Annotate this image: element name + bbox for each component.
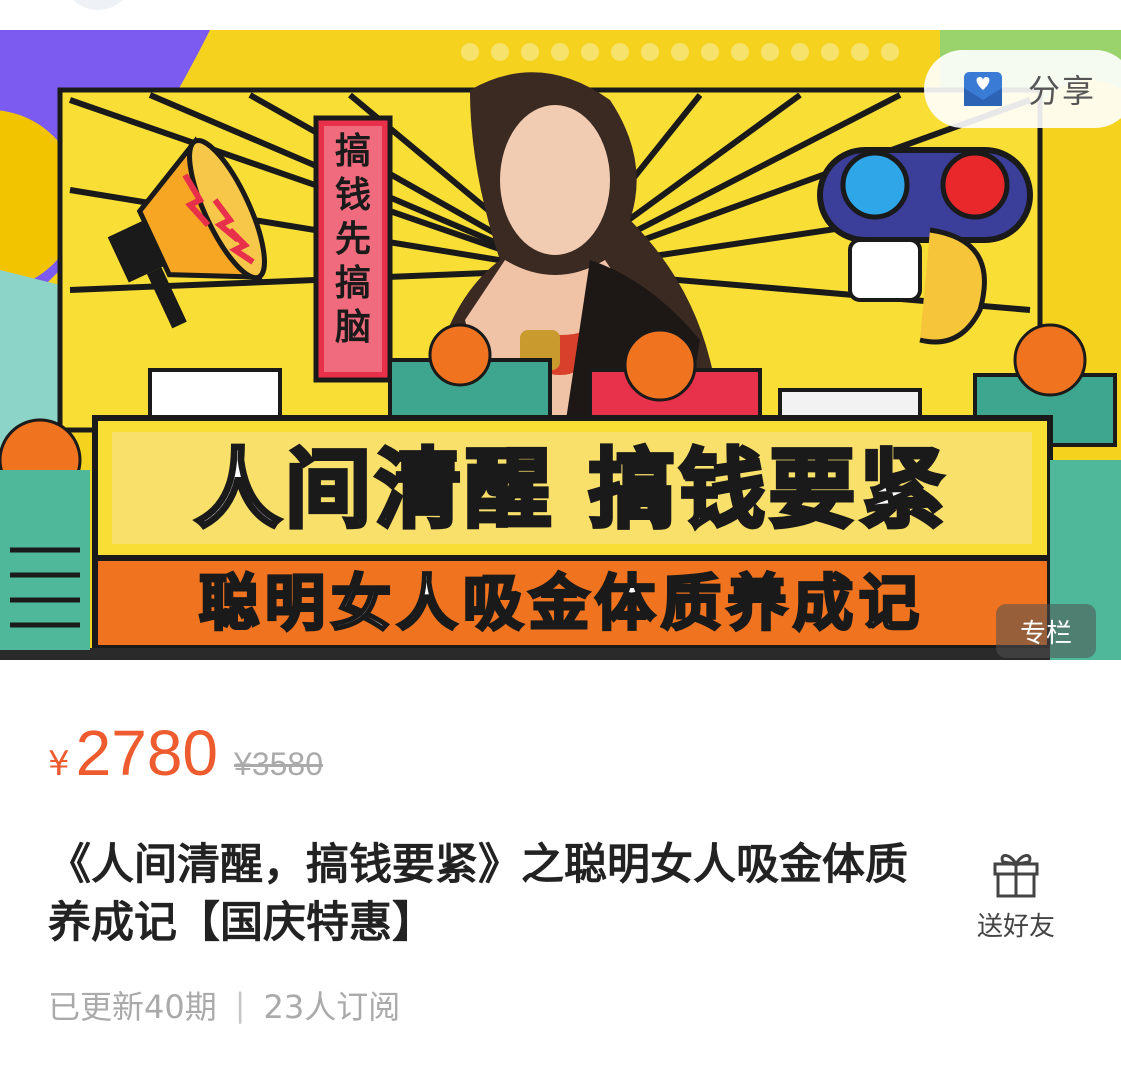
meta-separator: |: [234, 986, 246, 1024]
send-to-friend-button[interactable]: 送好友: [966, 846, 1066, 946]
top-strip: [0, 0, 1121, 30]
avatar[interactable]: [62, 0, 134, 10]
banner-side-tag: 搞钱先搞脑: [334, 131, 371, 348]
gift-icon: [993, 854, 1039, 898]
send-to-friend-label: 送好友: [976, 912, 1055, 942]
original-price: ¥3580: [234, 746, 323, 782]
subscriber-count: 23人订阅: [263, 988, 401, 1026]
price-row: ¥ 2780 ¥3580: [48, 716, 323, 796]
current-price: 2780: [75, 717, 219, 789]
heart-envelope-icon: [964, 72, 1002, 106]
currency-symbol: ¥: [48, 744, 70, 784]
product-title: 《人间清醒，搞钱要紧》之聪明女人吸金体质养成记【国庆特惠】: [48, 840, 908, 948]
banner-headline: 人间清醒 搞钱要紧: [193, 440, 949, 540]
banner-subheadline: 聪明女人吸金体质养成记: [198, 568, 925, 641]
column-badge: 专栏: [996, 604, 1096, 658]
update-count: 已更新40期: [48, 988, 217, 1026]
course-meta: 已更新40期 | 23人订阅: [48, 982, 400, 1028]
share-label: 分享: [1028, 72, 1097, 110]
share-button[interactable]: 分享: [924, 50, 1121, 128]
